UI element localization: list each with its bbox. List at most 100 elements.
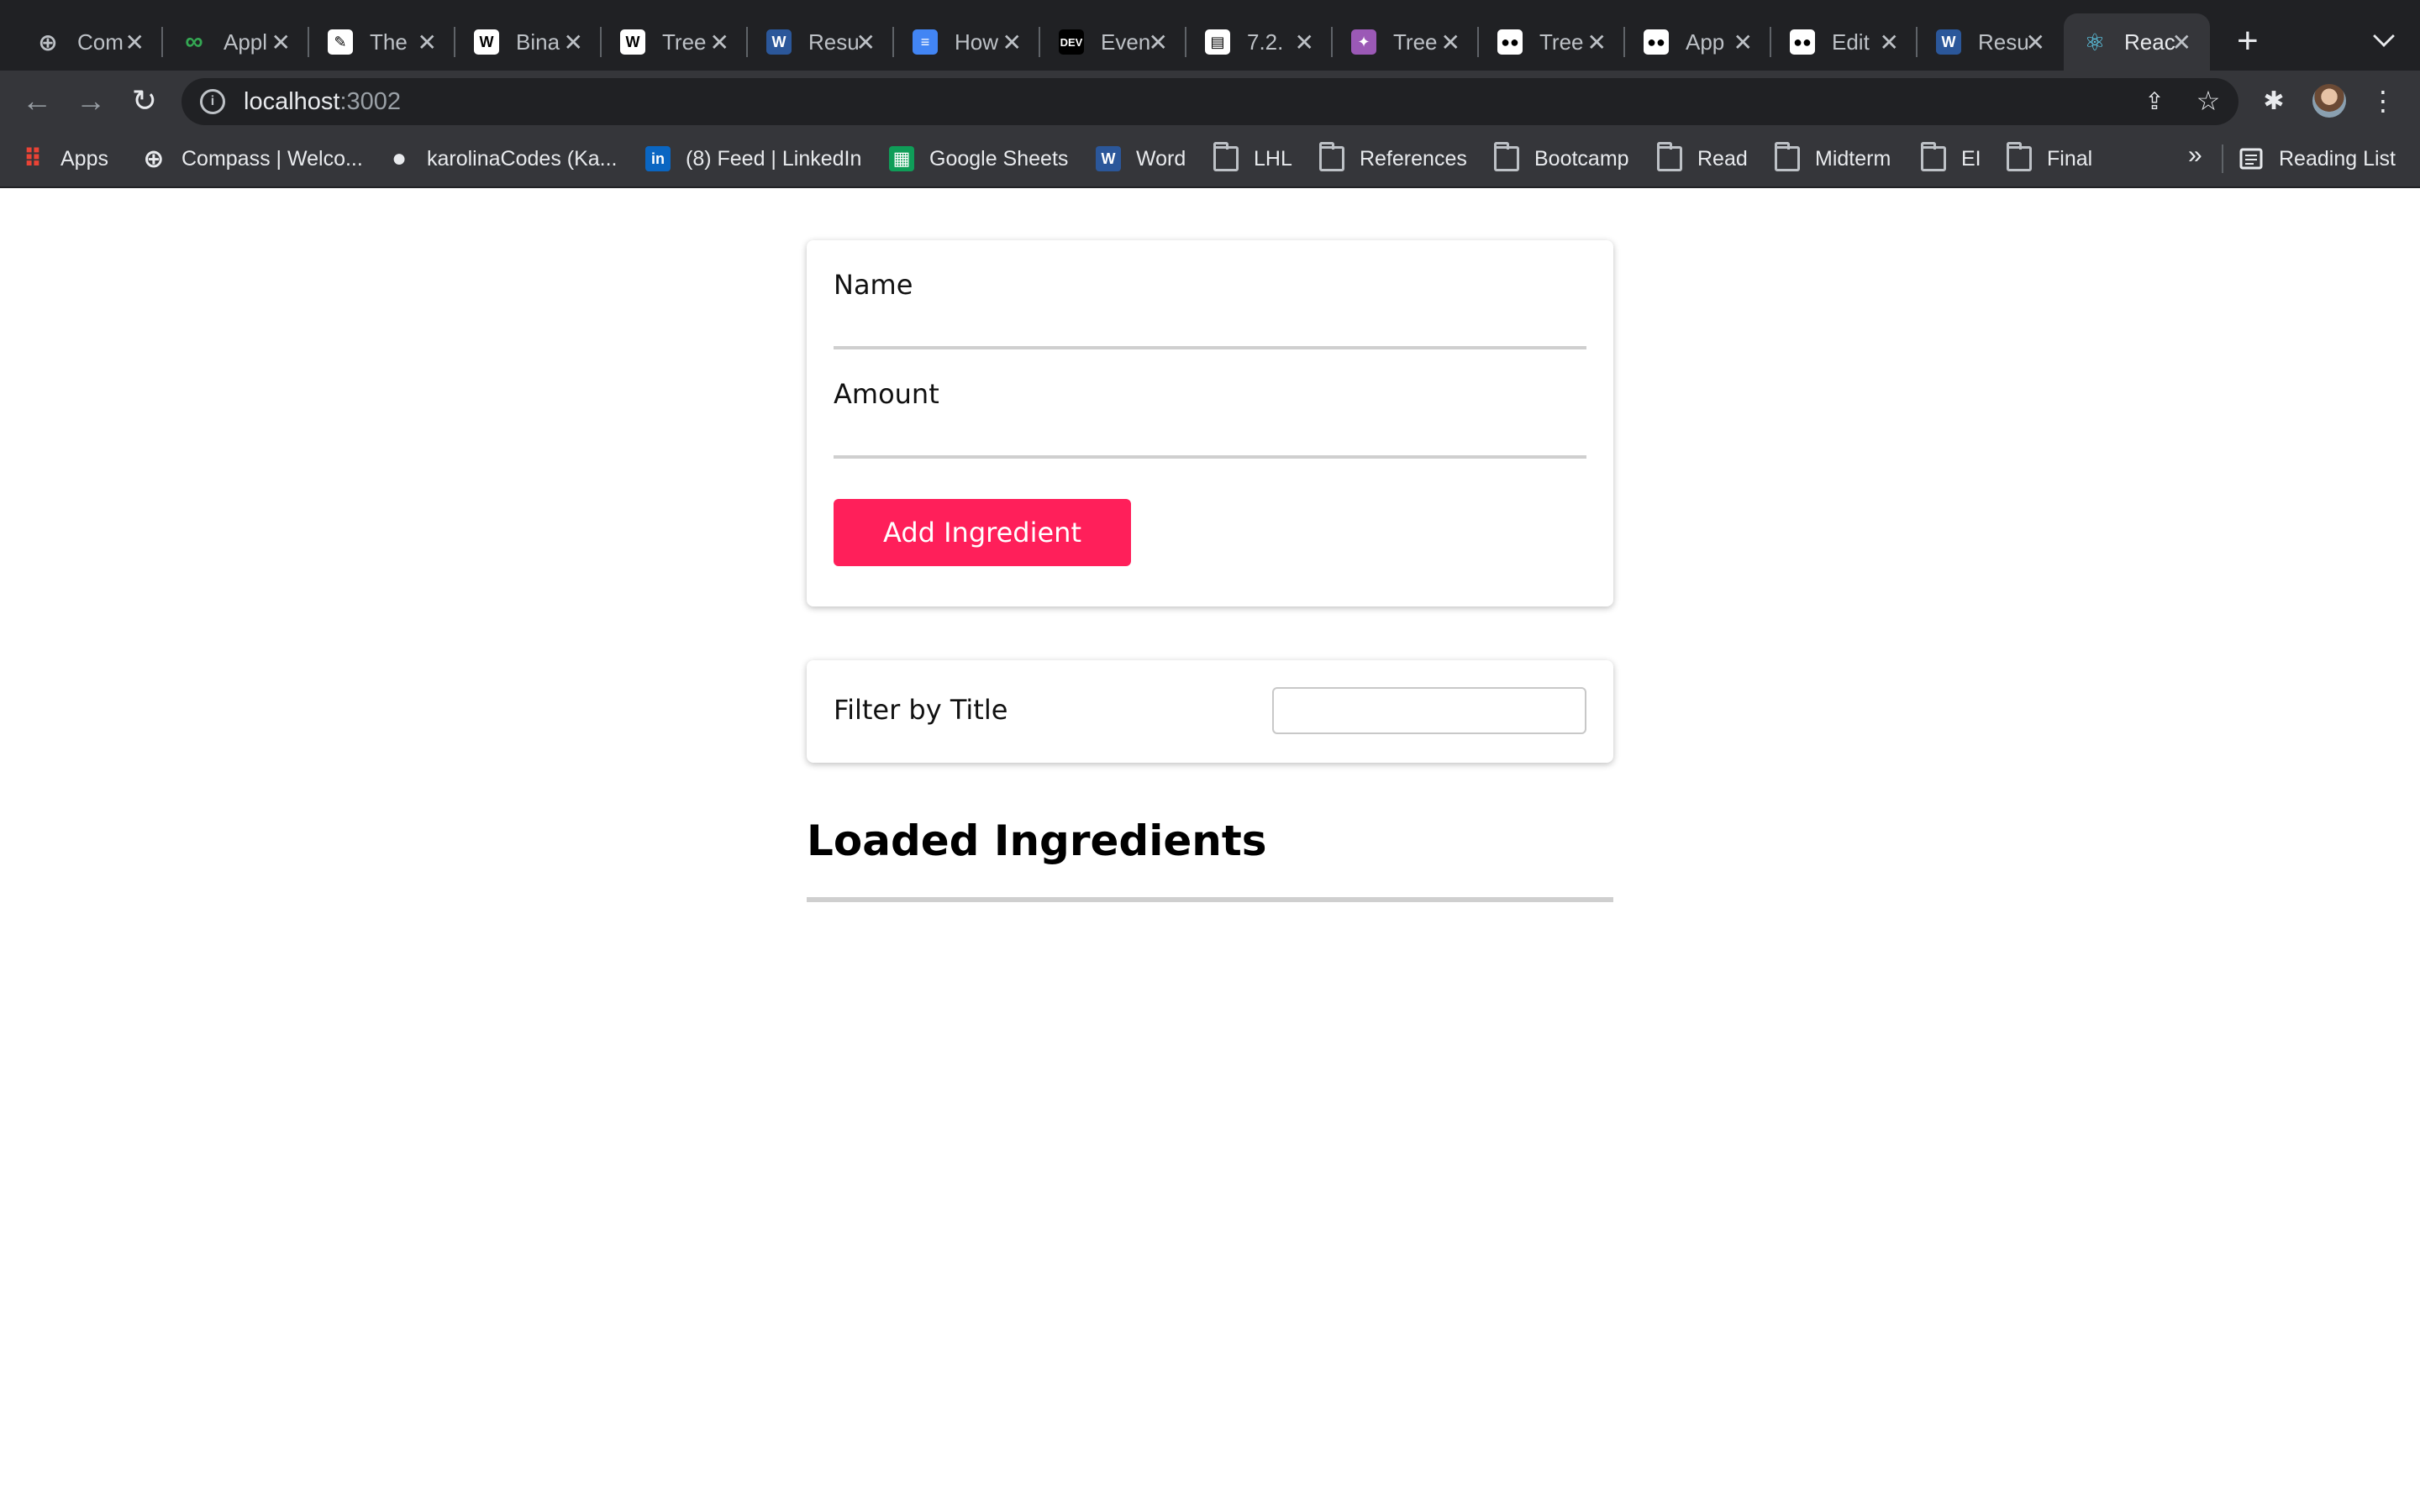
tab-title: Resu (1978, 29, 2028, 55)
tab-close-icon[interactable]: ✕ (710, 29, 729, 56)
browser-tab[interactable]: ●● Edit ✕ (1771, 13, 1918, 71)
tab-close-icon[interactable]: ✕ (1441, 29, 1460, 56)
tab-close-icon[interactable]: ✕ (418, 29, 437, 56)
tab-close-icon[interactable]: ✕ (856, 29, 876, 56)
dev-icon: DEV (1059, 29, 1084, 55)
kebab-menu-icon[interactable]: ⋮ (2365, 82, 2402, 119)
browser-tab[interactable]: ✦ Tree ✕ (1333, 13, 1479, 71)
address-bar[interactable]: i localhost:3002 (182, 78, 2238, 125)
folder-icon (1775, 142, 1800, 171)
wikipedia-icon: W (474, 29, 499, 55)
bookmark-item[interactable]: ⠿ Apps (20, 143, 108, 175)
browser-tab[interactable]: W Resu ✕ (1918, 13, 2064, 71)
amount-input[interactable] (834, 430, 1586, 464)
url-port: :3002 (339, 87, 402, 115)
bookmark-label: References (1360, 146, 1467, 171)
ingredient-list-title: Loaded Ingredients (807, 816, 1267, 865)
share-icon[interactable]: ⇪ (2136, 82, 2173, 119)
bookmark-item[interactable]: W Word (1096, 143, 1186, 175)
bookmark-item[interactable]: ⊕ Compass | Welco... (141, 143, 363, 175)
tab-close-icon[interactable]: ✕ (271, 29, 291, 56)
compass-icon: ⊕ (143, 144, 165, 173)
reading-list-icon (2239, 148, 2263, 170)
bookmark-item[interactable]: ● karolinaCodes (Ka... (387, 143, 618, 175)
bookmark-item[interactable]: LHL (1213, 142, 1292, 175)
tab-search-icon[interactable] (2373, 25, 2395, 47)
browser-tab[interactable]: ●● App ✕ (1625, 13, 1771, 71)
name-input[interactable] (834, 321, 1586, 354)
tab-close-icon[interactable]: ✕ (564, 29, 583, 56)
url-host: localhost (244, 87, 340, 115)
tab-title: 7.2. (1247, 29, 1284, 55)
book-icon: ▤ (1205, 29, 1230, 55)
stack-icon: ≡ (913, 29, 938, 55)
bookmark-item[interactable]: EI (1921, 142, 1981, 175)
tab-title: Bina (516, 29, 560, 55)
tab-close-icon[interactable]: ✕ (1880, 29, 1899, 56)
amount-underline (834, 455, 1586, 459)
infinity-icon: ∞ (185, 28, 203, 55)
galaxy-icon: ✦ (1351, 29, 1376, 55)
bookmark-item[interactable]: Read (1657, 142, 1748, 175)
new-tab-button[interactable]: + (2237, 20, 2259, 62)
bookmarks-overflow-button[interactable]: » (2188, 141, 2202, 170)
bookmark-label: Final (2047, 146, 2093, 171)
reload-icon[interactable]: ↻ (126, 82, 163, 119)
amount-label: Amount (834, 378, 939, 410)
tab-title: Reac (2124, 29, 2175, 55)
bookmark-label: (8) Feed | LinkedIn (686, 146, 862, 171)
browser-tab[interactable]: W Bina ✕ (455, 13, 602, 71)
bookmark-label: Google Sheets (929, 146, 1069, 171)
tab-close-icon[interactable]: ✕ (2172, 29, 2191, 56)
filter-input[interactable] (1272, 687, 1586, 734)
tab-close-icon[interactable]: ✕ (2026, 29, 2045, 56)
tab-close-icon[interactable]: ✕ (1733, 29, 1753, 56)
browser-tab[interactable]: ▤ 7.2. ✕ (1186, 13, 1333, 71)
bookmarks-bar: ⠿ Apps ⊕ Compass | Welco... ● karolinaCodes (… (0, 131, 2420, 188)
bookmark-item[interactable]: References (1319, 142, 1467, 175)
bookmark-star-icon[interactable]: ☆ (2190, 82, 2227, 119)
tab-title: Edit (1832, 29, 1870, 55)
medium-icon: ●● (1497, 29, 1523, 55)
bookmark-label: Compass | Welco... (182, 146, 363, 171)
bookmark-item[interactable]: Midterm (1775, 142, 1891, 175)
browser-tab[interactable]: ∞ Appl ✕ (163, 13, 309, 71)
add-ingredient-button[interactable]: Add Ingredient (834, 499, 1131, 566)
browser-toolbar: ← → ↻ i localhost:3002 ⇪ ☆ ✱ ⋮ (0, 71, 2420, 131)
bookmark-label: karolinaCodes (Ka... (427, 146, 618, 171)
name-label: Name (834, 269, 913, 301)
name-underline (834, 346, 1586, 349)
browser-tab[interactable]: W Resu ✕ (748, 13, 894, 71)
word-icon: W (1936, 29, 1961, 55)
url-text: localhost:3002 (244, 88, 401, 116)
tab-close-icon[interactable]: ✕ (1002, 29, 1022, 56)
extensions-puzzle-icon[interactable]: ✱ (2255, 82, 2292, 119)
tab-close-icon[interactable]: ✕ (1149, 29, 1168, 56)
bookmark-label: Read (1697, 146, 1748, 171)
profile-avatar[interactable] (2312, 84, 2346, 118)
forward-arrow-icon[interactable]: → (72, 82, 109, 119)
bookmark-item[interactable]: ▦ Google Sheets (889, 143, 1068, 175)
filter-card: Filter by Title (807, 660, 1613, 763)
bookmark-item[interactable]: Final (2007, 142, 2093, 175)
tab-close-icon[interactable]: ✕ (1295, 29, 1314, 56)
browser-tab[interactable]: ⚛ Reac ✕ (2064, 13, 2210, 71)
tab-close-icon[interactable]: ✕ (125, 29, 145, 56)
browser-tab[interactable]: DEV Even ✕ (1040, 13, 1186, 71)
site-info-icon[interactable]: i (200, 89, 225, 114)
browser-tab[interactable]: ✎ The ✕ (309, 13, 455, 71)
bookmark-item[interactable]: Bootcamp (1494, 142, 1629, 175)
github-icon: ● (391, 144, 408, 172)
browser-tab[interactable]: ●● Tree ✕ (1479, 13, 1625, 71)
browser-tab[interactable]: ⊕ Com ✕ (17, 13, 163, 71)
tab-title: Appl (224, 29, 268, 55)
tab-title: Even (1101, 29, 1151, 55)
back-arrow-icon[interactable]: ← (18, 82, 55, 119)
medium-icon: ●● (1644, 29, 1669, 55)
reading-list-button[interactable]: Reading List (2238, 143, 2396, 175)
tab-close-icon[interactable]: ✕ (1587, 29, 1607, 56)
browser-tab[interactable]: ≡ How ✕ (894, 13, 1040, 71)
browser-tab[interactable]: W Tree ✕ (602, 13, 748, 71)
bookmark-item[interactable]: in (8) Feed | LinkedIn (645, 143, 861, 175)
compass-icon: ⊕ (38, 29, 58, 55)
